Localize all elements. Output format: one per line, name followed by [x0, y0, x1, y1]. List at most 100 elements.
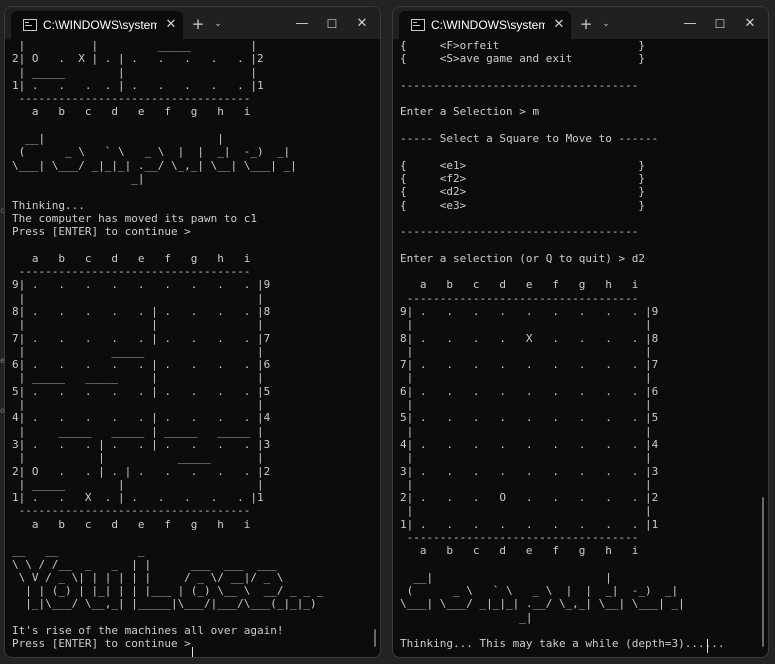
terminal-line: ( _ \ ` \ _ \ | | _| -_) _| — [400, 584, 679, 598]
terminal-line: Thinking... This may take a while (depth… — [400, 637, 725, 651]
terminal-line: ----------------------------------- — [400, 530, 639, 544]
terminal-line: 6| . . . . . . . . . |6 — [400, 384, 659, 398]
terminal-line: The computer has moved its pawn to c1 — [12, 211, 258, 225]
terminal-line: | _____ | | — [12, 65, 258, 79]
terminal-line: { <d2> } — [400, 185, 646, 199]
terminal-output[interactable]: | | _____ | 2| O . X | . | . . . . . |2 |… — [12, 39, 372, 655]
minimize-button[interactable]: — — [293, 15, 311, 33]
tab-title: C:\WINDOWS\system32\cmd. — [431, 18, 545, 32]
terminal-line: 2| O . . | . | . . . . . |2 — [12, 464, 271, 478]
terminal-line: | | (_) | |_| | | |___ | (_) \__ \ __/ _… — [12, 584, 324, 598]
terminal-line: |_|\___/ \__,_| |_____|\___/|___/\___(_|… — [12, 597, 317, 611]
terminal-line: | _____ _____ | _____ _____ | — [12, 424, 264, 438]
terminal-tab[interactable]: C:\WINDOWS\system32\cmd. ✕ — [11, 11, 183, 39]
terminal-line: \ V / _ \| | | | | | / _ \/ __|/ _ \ — [12, 570, 284, 584]
terminal-line: ------------------------------------ — [400, 225, 639, 239]
tab-title: C:\WINDOWS\system32\cmd. — [43, 18, 157, 32]
terminal-line: a b c d e f g h i — [12, 517, 251, 531]
terminal-line: | _____ _____ | | — [12, 371, 264, 385]
terminal-line: 5| . . . . . . . . . |5 — [400, 411, 659, 425]
text-cursor — [192, 647, 193, 657]
terminal-line: 7| . . . . . | . . . . |7 — [12, 331, 271, 345]
terminal-line: Enter a selection (or Q to quit) > d2 — [400, 251, 646, 265]
terminal-line: ----------------------------------- — [12, 92, 251, 106]
terminal-line: \ \ / /__ _ _ | | ___ ___ ___ — [12, 557, 277, 571]
terminal-line: | | | — [12, 318, 264, 332]
tab-close-button[interactable]: ✕ — [551, 17, 567, 33]
terminal-line: | | — [400, 318, 652, 332]
terminal-line: 9| . . . . . . . . . |9 — [12, 278, 271, 292]
terminal-line: 6| . . . . . | . . . . |6 — [12, 358, 271, 372]
terminal-line: | | _____ | — [12, 39, 258, 52]
terminal-line: 2| O . X | . | . . . . . |2 — [12, 52, 264, 66]
terminal-tab[interactable]: C:\WINDOWS\system32\cmd. ✕ — [399, 11, 571, 39]
terminal-line: 8| . . . . X . . . . |8 — [400, 331, 659, 345]
terminal-line: ----------------------------------- — [12, 504, 251, 518]
terminal-line: a b c d e f g h i — [400, 544, 639, 558]
terminal-line: | | — [400, 451, 652, 465]
terminal-line: | | — [400, 371, 652, 385]
new-tab-button[interactable]: + — [577, 15, 595, 33]
terminal-line: 7| . . . . . . . . . |7 — [400, 358, 659, 372]
terminal-line: 5| . . . . . | . . . . |5 — [12, 384, 271, 398]
terminal-line: 9| . . . . . . . . . |9 — [400, 304, 659, 318]
terminal-line: | _____ | — [12, 344, 264, 358]
tab-dropdown-chevron-down-icon[interactable]: ⌄ — [209, 15, 227, 33]
terminal-line: { <e1> } — [400, 158, 646, 172]
title-bar[interactable]: C:\WINDOWS\system32\cmd. ✕ + ⌄ — ☐ ✕ — [393, 7, 768, 39]
terminal-line: __ __ _ — [12, 544, 145, 558]
tab-dropdown-chevron-down-icon[interactable]: ⌄ — [597, 15, 615, 33]
terminal-line: { <S>ave game and exit } — [400, 52, 646, 66]
terminal-line: \___| \___/ _|_|_| .__/ \_,_| \__| \___|… — [400, 597, 685, 611]
new-tab-button[interactable]: + — [189, 15, 207, 33]
terminal-line: _| — [400, 610, 533, 624]
minimize-button[interactable]: — — [681, 15, 699, 33]
terminal-line: | | — [12, 398, 264, 412]
terminal-line: | | — [400, 477, 652, 491]
terminal-line: a b c d e f g h i — [400, 278, 639, 292]
maximize-button[interactable]: ☐ — [323, 15, 341, 33]
terminal-line: | | — [400, 424, 652, 438]
terminal-line: 2| . . . O . . . . . |2 — [400, 491, 659, 505]
terminal-line: | | — [12, 291, 264, 305]
tab-close-button[interactable]: ✕ — [163, 17, 179, 33]
terminal-line: __| | — [12, 132, 224, 146]
terminal-line: { <f2> } — [400, 171, 646, 185]
terminal-window-right[interactable]: C:\WINDOWS\system32\cmd. ✕ + ⌄ — ☐ ✕ { <… — [392, 6, 769, 658]
terminal-window-left[interactable]: C:\WINDOWS\system32\cmd. ✕ + ⌄ — ☐ ✕ | |… — [4, 6, 381, 658]
terminal-line: { <e3> } — [400, 198, 646, 212]
close-window-button[interactable]: ✕ — [741, 15, 759, 33]
terminal-line: a b c d e f g h i — [12, 105, 251, 119]
terminal-line: | | — [400, 344, 652, 358]
terminal-line: ------------------------------------ — [400, 78, 639, 92]
maximize-button[interactable]: ☐ — [711, 15, 729, 33]
title-bar[interactable]: C:\WINDOWS\system32\cmd. ✕ + ⌄ — ☐ ✕ — [5, 7, 380, 39]
terminal-line: 1| . . . . . . . . . |1 — [400, 517, 659, 531]
cmd-icon — [411, 19, 425, 31]
terminal-line: | _____ | | — [12, 477, 264, 491]
cmd-icon — [23, 19, 37, 31]
scrollbar-thumb[interactable] — [762, 497, 764, 647]
terminal-line: Press [ENTER] to continue > — [12, 225, 191, 239]
terminal-line: 3| . . . . . . . . . |3 — [400, 464, 659, 478]
terminal-line: \___| \___/ _|_|_| .__/ \_,_| \__| \___|… — [12, 158, 297, 172]
terminal-output[interactable]: { <F>orfeit }{ <S>ave game and exit } ---… — [400, 39, 760, 655]
close-window-button[interactable]: ✕ — [353, 15, 371, 33]
terminal-line: 8| . . . . . | . . . . |8 — [12, 304, 271, 318]
terminal-line: 1| . . X . | . . . . . |1 — [12, 491, 264, 505]
scrollbar-thumb[interactable] — [374, 629, 376, 647]
terminal-line: ----------------------------------- — [400, 291, 639, 305]
terminal-line: ----------------------------------- — [12, 265, 251, 279]
terminal-line: a b c d e f g h i — [12, 251, 251, 265]
